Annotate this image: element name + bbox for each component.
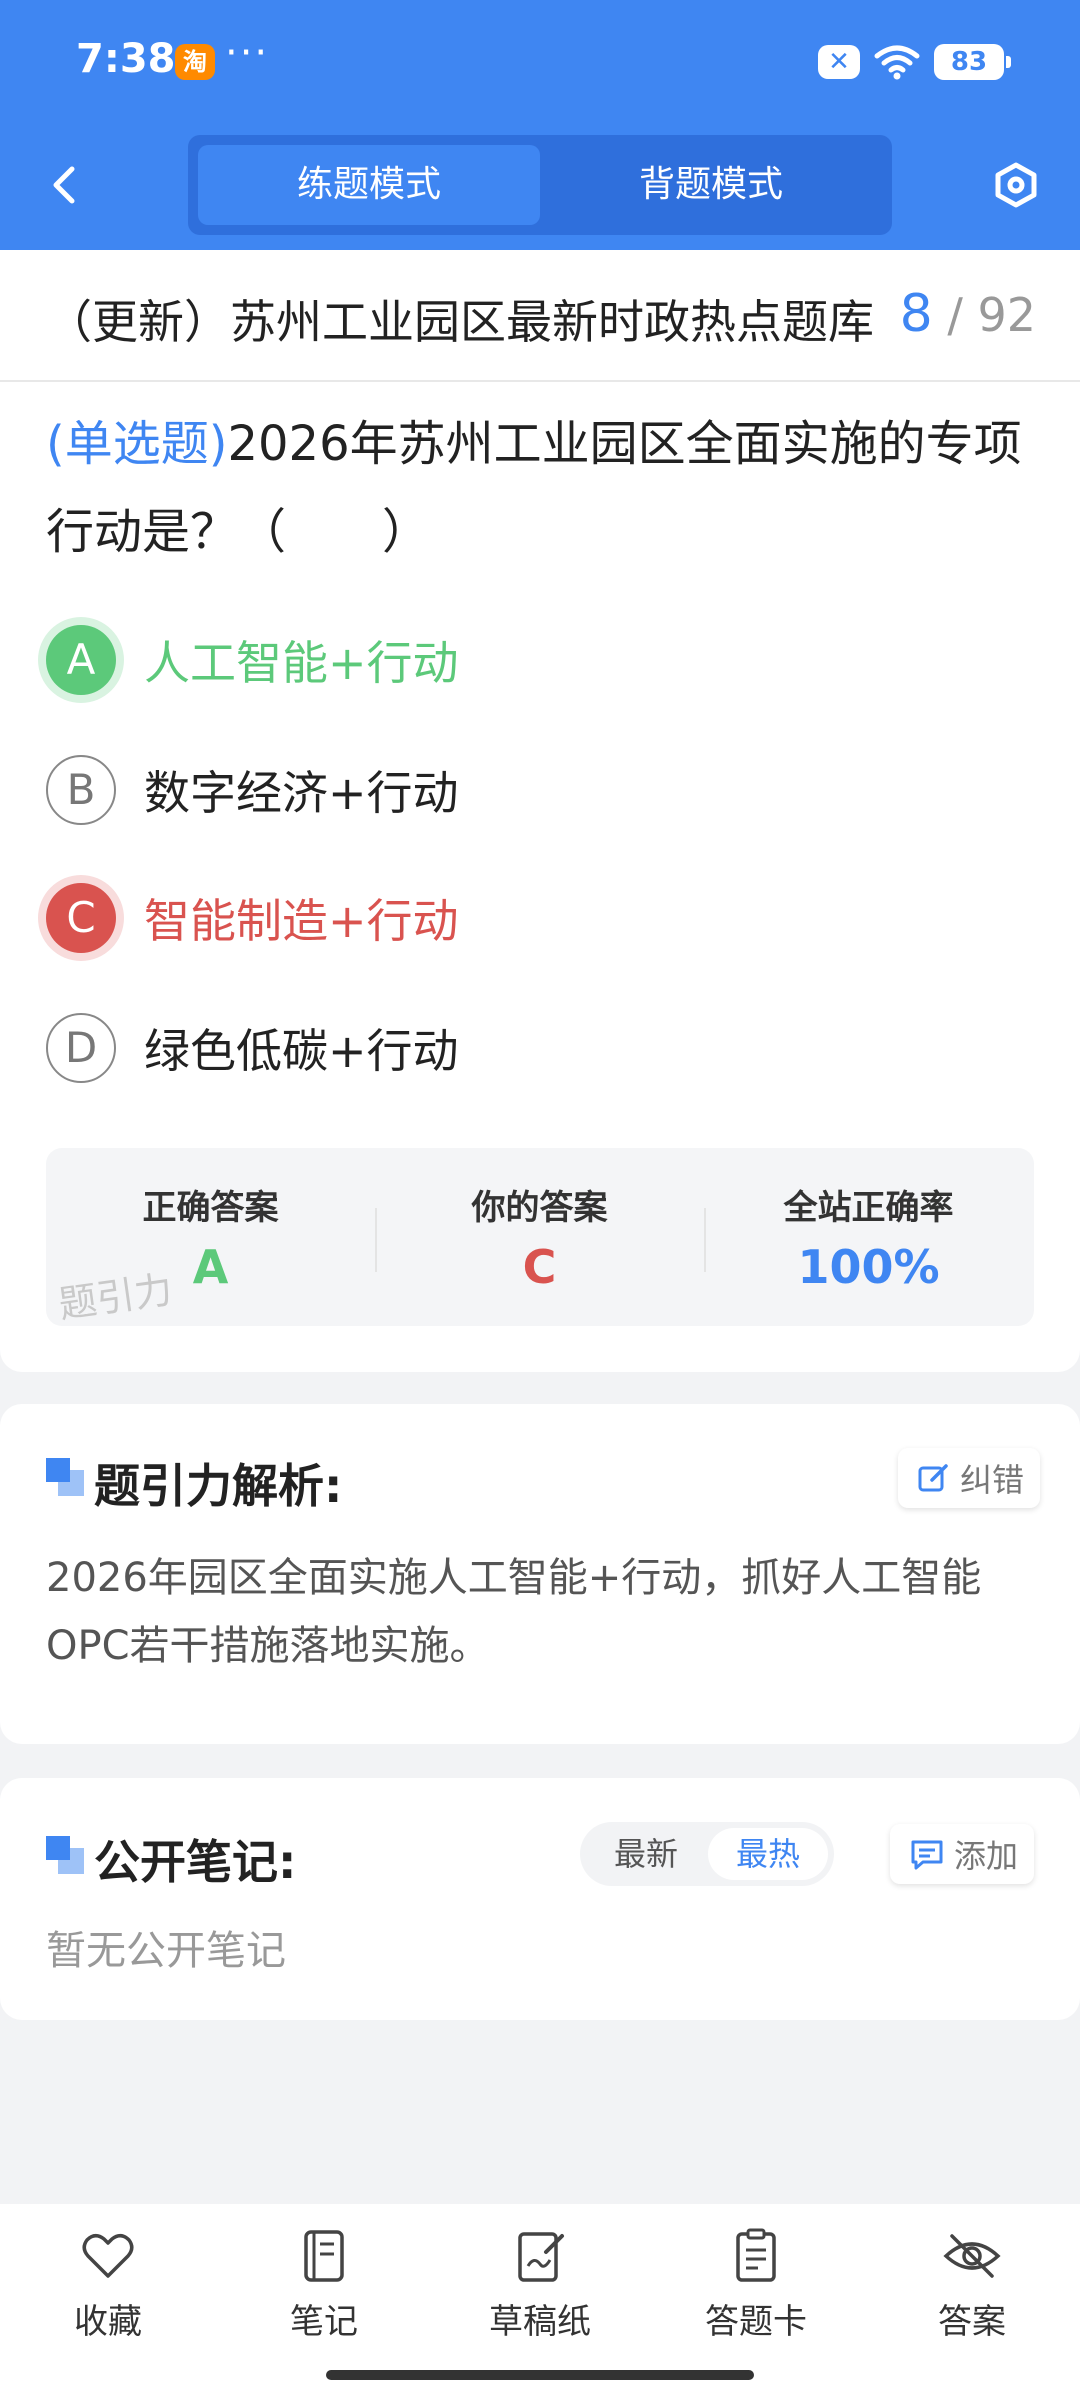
empty-notes-text: 暂无公开笔记	[46, 1928, 286, 1974]
question-bank-header: （更新）苏州工业园区最新时政热点题库 8 / 92	[0, 250, 1080, 382]
option-text: 数字经济+行动	[144, 766, 459, 820]
answer-card-icon	[736, 2228, 776, 2282]
question-stem: (单选题)2026年苏州工业园区全面实施的专项行动是？（ ）	[46, 400, 1040, 576]
edit-icon	[918, 1464, 948, 1492]
your-answer-column: 你的答案 C	[375, 1148, 704, 1326]
answer-card-label: 答题卡	[705, 2302, 807, 2342]
chevron-left-icon	[53, 166, 75, 204]
your-answer-value: C	[522, 1240, 557, 1294]
accuracy-rate-label: 全站正确率	[783, 1188, 954, 1228]
report-error-label: 纠错	[960, 1461, 1025, 1499]
correct-answer-label: 正确答案	[142, 1188, 279, 1228]
option-text: 人工智能+行动	[144, 636, 459, 690]
your-answer-label: 你的答案	[471, 1188, 608, 1228]
option-letter: B	[46, 755, 116, 825]
status-time: 7:38	[76, 36, 176, 82]
option-text: 绿色低碳+行动	[144, 1024, 459, 1078]
analysis-card: 题引力解析: 纠错 2026年园区全面实施人工智能+行动，抓好人工智能OPC若干…	[0, 1404, 1080, 1744]
question-bank-title: （更新）苏州工业园区最新时政热点题库	[46, 295, 874, 349]
home-indicator[interactable]	[326, 2370, 754, 2380]
option-letter: A	[46, 625, 116, 695]
notes-label: 笔记	[290, 2302, 358, 2342]
analysis-title: 题引力解析:	[94, 1459, 343, 1513]
mode-switch: 练题模式 背题模式	[188, 135, 892, 235]
settings-button[interactable]	[988, 155, 1044, 215]
sort-hottest[interactable]: 最热	[708, 1828, 828, 1880]
taobao-app-icon: 淘	[175, 44, 215, 80]
option-text: 智能制造+行动	[144, 894, 459, 948]
favorite-button[interactable]: 收藏	[28, 2226, 188, 2343]
draft-paper-label: 草稿纸	[489, 2302, 591, 2342]
tab-practice-mode[interactable]: 练题模式	[198, 145, 540, 225]
draft-paper-icon	[518, 2232, 564, 2282]
answer-card-button[interactable]: 答题卡	[676, 2226, 836, 2343]
show-answer-button[interactable]: 答案	[892, 2226, 1052, 2343]
status-icons: ✕ 83	[818, 42, 1011, 82]
notes-card: 公开笔记: 最新 最热 添加 暂无公开笔记	[0, 1778, 1080, 2020]
notes-button[interactable]: 笔记	[244, 2226, 404, 2343]
back-button[interactable]	[40, 155, 90, 215]
current-question-number: 8	[899, 284, 933, 344]
report-error-button[interactable]: 纠错	[898, 1448, 1041, 1508]
option-d[interactable]: D 绿色低碳+行动	[46, 1010, 459, 1086]
analysis-text: 2026年园区全面实施人工智能+行动，抓好人工智能OPC若干措施落地实施。	[46, 1555, 982, 1669]
question-progress[interactable]: 8 / 92	[900, 284, 1036, 344]
tab-memorize-mode[interactable]: 背题模式	[540, 145, 882, 225]
show-answer-label: 答案	[938, 2302, 1006, 2342]
draft-paper-button[interactable]: 草稿纸	[460, 2226, 620, 2343]
option-b[interactable]: B 数字经济+行动	[46, 752, 459, 828]
answer-summary: 正确答案 A 你的答案 C 全站正确率 100% 题引力	[46, 1148, 1034, 1327]
option-c[interactable]: C 智能制造+行动	[46, 880, 459, 956]
section-squares-icon	[46, 1458, 84, 1496]
notebook-icon	[304, 2230, 344, 2282]
settings-hexagon-icon	[995, 162, 1037, 208]
wifi-icon	[874, 45, 920, 80]
option-letter: D	[46, 1013, 116, 1083]
battery-indicator: 83	[934, 44, 1011, 80]
accuracy-rate-column: 全站正确率 100%	[704, 1148, 1033, 1326]
section-squares-icon	[46, 1836, 84, 1874]
favorite-label: 收藏	[74, 2302, 142, 2342]
notification-x-icon: ✕	[818, 45, 860, 79]
accuracy-rate-value: 100%	[797, 1240, 940, 1294]
question-card: （更新）苏州工业园区最新时政热点题库 8 / 92 (单选题)2026年苏州工业…	[0, 250, 1080, 1372]
add-note-button[interactable]: 添加	[890, 1824, 1035, 1884]
eye-off-icon	[943, 2234, 1001, 2278]
top-bar: 7:38 淘 ··· ✕ 83 练题模式 背题模式	[0, 0, 1080, 250]
notes-title: 公开笔记:	[94, 1835, 297, 1889]
heart-icon	[82, 2234, 134, 2278]
sort-newest[interactable]: 最新	[586, 1828, 706, 1880]
option-letter: C	[46, 883, 116, 953]
total-questions: / 92	[947, 288, 1036, 342]
question-type: (单选题)	[46, 416, 228, 472]
option-a[interactable]: A 人工智能+行动	[46, 622, 459, 698]
more-notifications-icon: ···	[225, 30, 270, 76]
notes-sort-switch: 最新 最热	[580, 1822, 834, 1886]
add-note-label: 添加	[954, 1837, 1019, 1875]
comment-icon	[911, 1840, 943, 1870]
